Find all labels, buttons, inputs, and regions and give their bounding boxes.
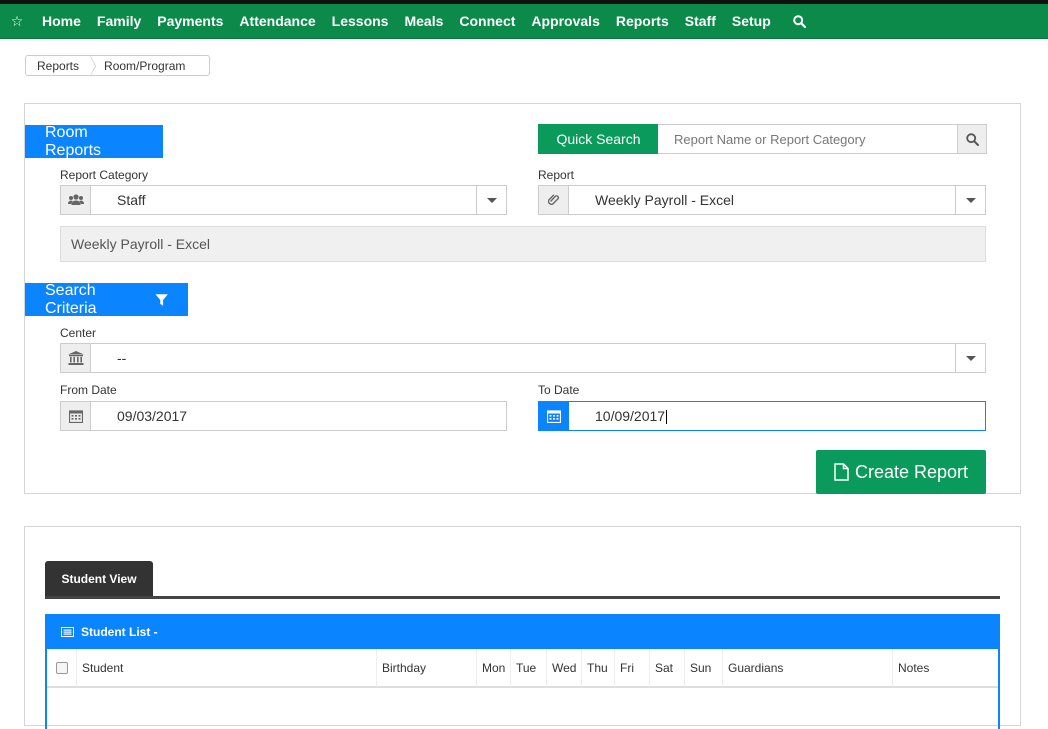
student-view-panel: Student View Student List - Student Birt…	[24, 526, 1021, 729]
nav-home[interactable]: Home	[34, 13, 89, 29]
to-date-input[interactable]: 10/09/2017	[538, 401, 986, 431]
col-mon[interactable]: Mon	[477, 649, 511, 687]
from-date-label: From Date	[60, 383, 117, 397]
col-birthday[interactable]: Birthday	[377, 649, 477, 687]
report-panel: Room Reports Quick Search Report Categor…	[24, 103, 1021, 494]
table-header-row: Student Birthday Mon Tue Wed Thu Fri Sat…	[47, 649, 998, 688]
file-icon	[834, 463, 849, 481]
report-category-value: Staff	[117, 192, 146, 208]
breadcrumb: Reports Room/Program	[25, 55, 210, 77]
list-icon	[61, 626, 74, 637]
from-date-value: 09/03/2017	[117, 408, 188, 424]
tab-student-view[interactable]: Student View	[45, 561, 153, 597]
quick-search-input[interactable]	[658, 124, 958, 154]
room-reports-title: Room Reports	[25, 124, 163, 159]
to-date-value-wrap: 10/09/2017	[569, 407, 985, 425]
paperclip-icon	[539, 186, 569, 214]
nav-setup[interactable]: Setup	[724, 13, 779, 29]
select-all-checkbox[interactable]	[55, 662, 68, 674]
text-cursor	[666, 410, 668, 425]
col-sat[interactable]: Sat	[650, 649, 685, 687]
chevron-down-icon[interactable]	[955, 186, 985, 214]
report-value: Weekly Payroll - Excel	[595, 192, 735, 208]
report-label: Report	[538, 168, 575, 182]
select-all-cell	[47, 649, 77, 687]
tab-divider	[45, 596, 1000, 599]
calendar-icon	[539, 402, 569, 430]
col-wed[interactable]: Wed	[547, 649, 582, 687]
student-list-header: Student List -	[45, 614, 1000, 649]
quick-search-button[interactable]: Quick Search	[538, 124, 659, 154]
nav-meals[interactable]: Meals	[396, 13, 451, 29]
filter-icon	[155, 293, 168, 306]
to-date-label: To Date	[538, 383, 580, 397]
chevron-down-icon[interactable]	[955, 344, 985, 372]
institution-icon	[61, 344, 91, 372]
center-label: Center	[60, 326, 97, 340]
nav-approvals[interactable]: Approvals	[523, 13, 607, 29]
center-value: --	[117, 350, 127, 366]
top-nav: ☆ Home Family Payments Attendance Lesson…	[0, 0, 1048, 39]
report-description: Weekly Payroll - Excel	[60, 226, 986, 262]
breadcrumb-reports[interactable]: Reports	[26, 55, 97, 77]
nav-reports[interactable]: Reports	[608, 13, 677, 29]
col-tue[interactable]: Tue	[511, 649, 547, 687]
search-criteria-title: Search Criteria	[25, 281, 188, 317]
nav-family[interactable]: Family	[89, 13, 149, 29]
star-icon[interactable]: ☆	[0, 13, 34, 30]
search-icon[interactable]	[779, 14, 820, 28]
chevron-down-icon[interactable]	[476, 186, 506, 214]
col-notes[interactable]: Notes	[893, 649, 998, 687]
report-select[interactable]: Weekly Payroll - Excel	[538, 185, 986, 215]
to-date-value: 10/09/2017	[595, 407, 666, 424]
breadcrumb-room-program[interactable]: Room/Program	[90, 56, 196, 75]
nav-staff[interactable]: Staff	[677, 13, 724, 29]
student-list-title: Student List -	[81, 624, 158, 639]
col-student[interactable]: Student	[77, 649, 377, 687]
calendar-icon	[61, 402, 91, 430]
nav-lessons[interactable]: Lessons	[324, 13, 397, 29]
nav-connect[interactable]: Connect	[451, 13, 523, 29]
nav-payments[interactable]: Payments	[149, 13, 231, 29]
col-thu[interactable]: Thu	[582, 649, 615, 687]
col-guardians[interactable]: Guardians	[723, 649, 893, 687]
create-report-button[interactable]: Create Report	[816, 450, 986, 494]
report-category-select[interactable]: Staff	[60, 185, 507, 215]
nav-attendance[interactable]: Attendance	[231, 13, 323, 29]
center-select[interactable]: --	[60, 343, 986, 373]
search-criteria-label: Search Criteria	[45, 281, 97, 317]
col-sun[interactable]: Sun	[685, 649, 723, 687]
create-report-label: Create Report	[854, 461, 969, 482]
from-date-input[interactable]: 09/03/2017	[60, 401, 507, 431]
users-icon	[61, 186, 91, 214]
report-category-label: Report Category	[60, 168, 149, 182]
col-fri[interactable]: Fri	[615, 649, 650, 687]
quick-search-submit[interactable]	[957, 124, 987, 154]
search-icon	[965, 132, 979, 146]
student-list-table: Student Birthday Mon Tue Wed Thu Fri Sat…	[45, 649, 1000, 729]
